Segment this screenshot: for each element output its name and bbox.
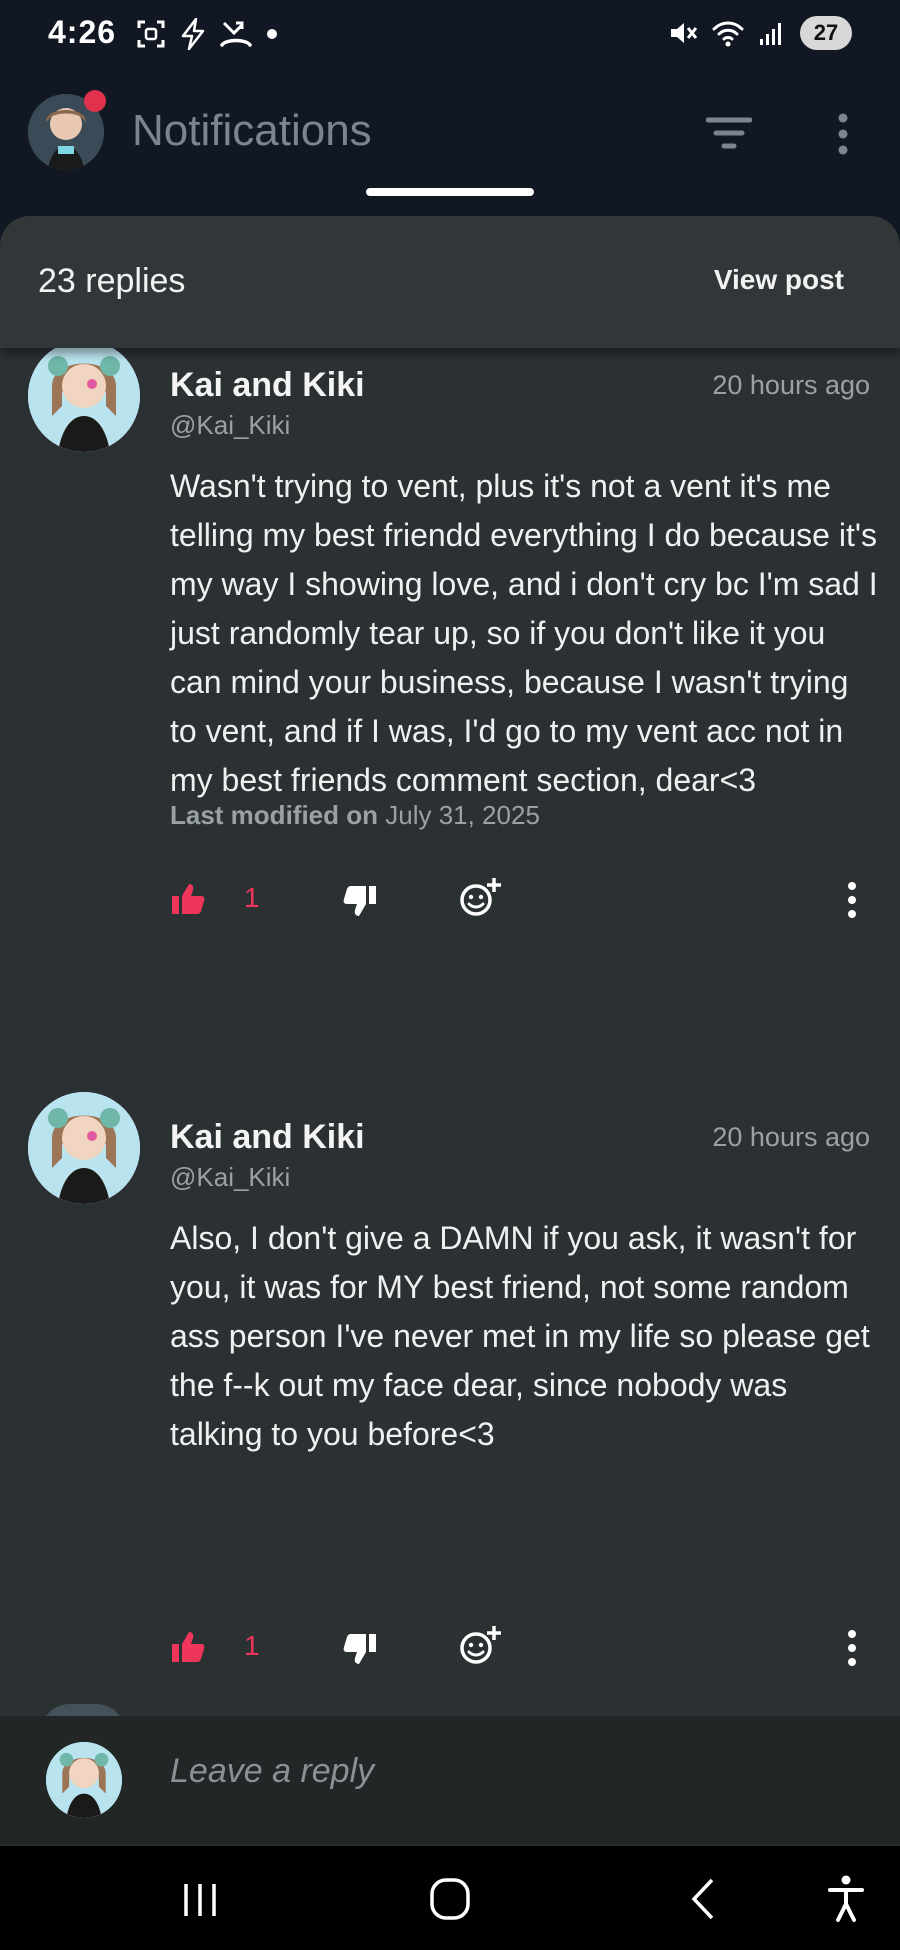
screenshot-icon — [137, 20, 165, 48]
home-icon[interactable] — [420, 1874, 480, 1924]
wifi-icon — [712, 21, 744, 47]
recents-icon[interactable] — [170, 1874, 230, 1924]
accessibility-icon[interactable] — [816, 1874, 876, 1924]
app-header: Notifications — [0, 70, 900, 210]
back-icon[interactable] — [674, 1874, 734, 1924]
page-title: Notifications — [132, 106, 372, 155]
filter-icon[interactable] — [706, 116, 752, 152]
thumbs-up-icon[interactable] — [170, 882, 206, 918]
add-reaction-icon[interactable] — [458, 1624, 502, 1668]
avatar-illustration — [46, 1742, 122, 1818]
thumbs-down-icon[interactable] — [342, 1630, 378, 1666]
comment-avatar[interactable] — [28, 1092, 140, 1204]
bolt-icon — [181, 18, 205, 50]
replies-sheet: 23 replies View post Kai and Kiki @Kai_K… — [0, 216, 900, 1846]
comment-handle: @Kai_Kiki — [170, 1162, 291, 1192]
thumbs-up-icon[interactable] — [170, 1630, 206, 1666]
comment-avatar[interactable] — [28, 340, 140, 452]
avatar-illustration — [28, 1092, 140, 1204]
like-count: 1 — [244, 1630, 260, 1661]
modified-label: Last modified on — [170, 800, 378, 830]
comment-time: 20 hours ago — [712, 370, 870, 400]
comment-body: Wasn't trying to vent, plus it's not a v… — [170, 468, 878, 798]
status-left-icons — [136, 18, 278, 50]
view-post-button[interactable]: View post — [714, 264, 844, 296]
like-count: 1 — [244, 882, 260, 913]
thumbs-down-icon[interactable] — [342, 882, 378, 918]
avatar-illustration — [28, 340, 140, 452]
more-vert-icon[interactable] — [840, 1628, 864, 1668]
mute-icon — [671, 23, 698, 43]
comment-author[interactable]: Kai and Kiki — [170, 366, 365, 405]
missed-call-icon — [220, 21, 252, 47]
sheet-drag-handle[interactable] — [366, 188, 534, 196]
comment-body: Also, I don't give a DAMN if you ask, it… — [170, 1220, 870, 1452]
status-bar: 4:26 27 — [0, 0, 900, 70]
system-nav-bar — [0, 1846, 900, 1950]
notification-dot — [84, 90, 106, 112]
comment-time: 20 hours ago — [712, 1122, 870, 1152]
comment-actions: 1 — [0, 1626, 900, 1680]
comment-handle: @Kai_Kiki — [170, 410, 291, 440]
signal-icon — [760, 23, 781, 45]
comment-modified: Last modified on July 31, 2025 — [170, 800, 540, 831]
modified-date: July 31, 2025 — [385, 800, 540, 830]
sheet-header: 23 replies View post — [0, 216, 900, 348]
more-vert-icon[interactable] — [828, 112, 858, 156]
status-time: 4:26 — [48, 14, 117, 50]
reply-count: 23 replies — [38, 262, 186, 300]
comment-author[interactable]: Kai and Kiki — [170, 1118, 365, 1157]
reply-bar: Leave a reply — [0, 1716, 900, 1844]
more-vert-icon[interactable] — [840, 880, 864, 920]
battery-icon: 27 — [800, 16, 852, 50]
comment-actions: 1 — [0, 878, 900, 932]
status-right-icons: 27 — [668, 16, 852, 50]
dot-icon — [267, 29, 277, 39]
add-reaction-icon[interactable] — [458, 876, 502, 920]
avatar — [46, 1742, 122, 1818]
reply-input[interactable]: Leave a reply — [170, 1752, 374, 1791]
